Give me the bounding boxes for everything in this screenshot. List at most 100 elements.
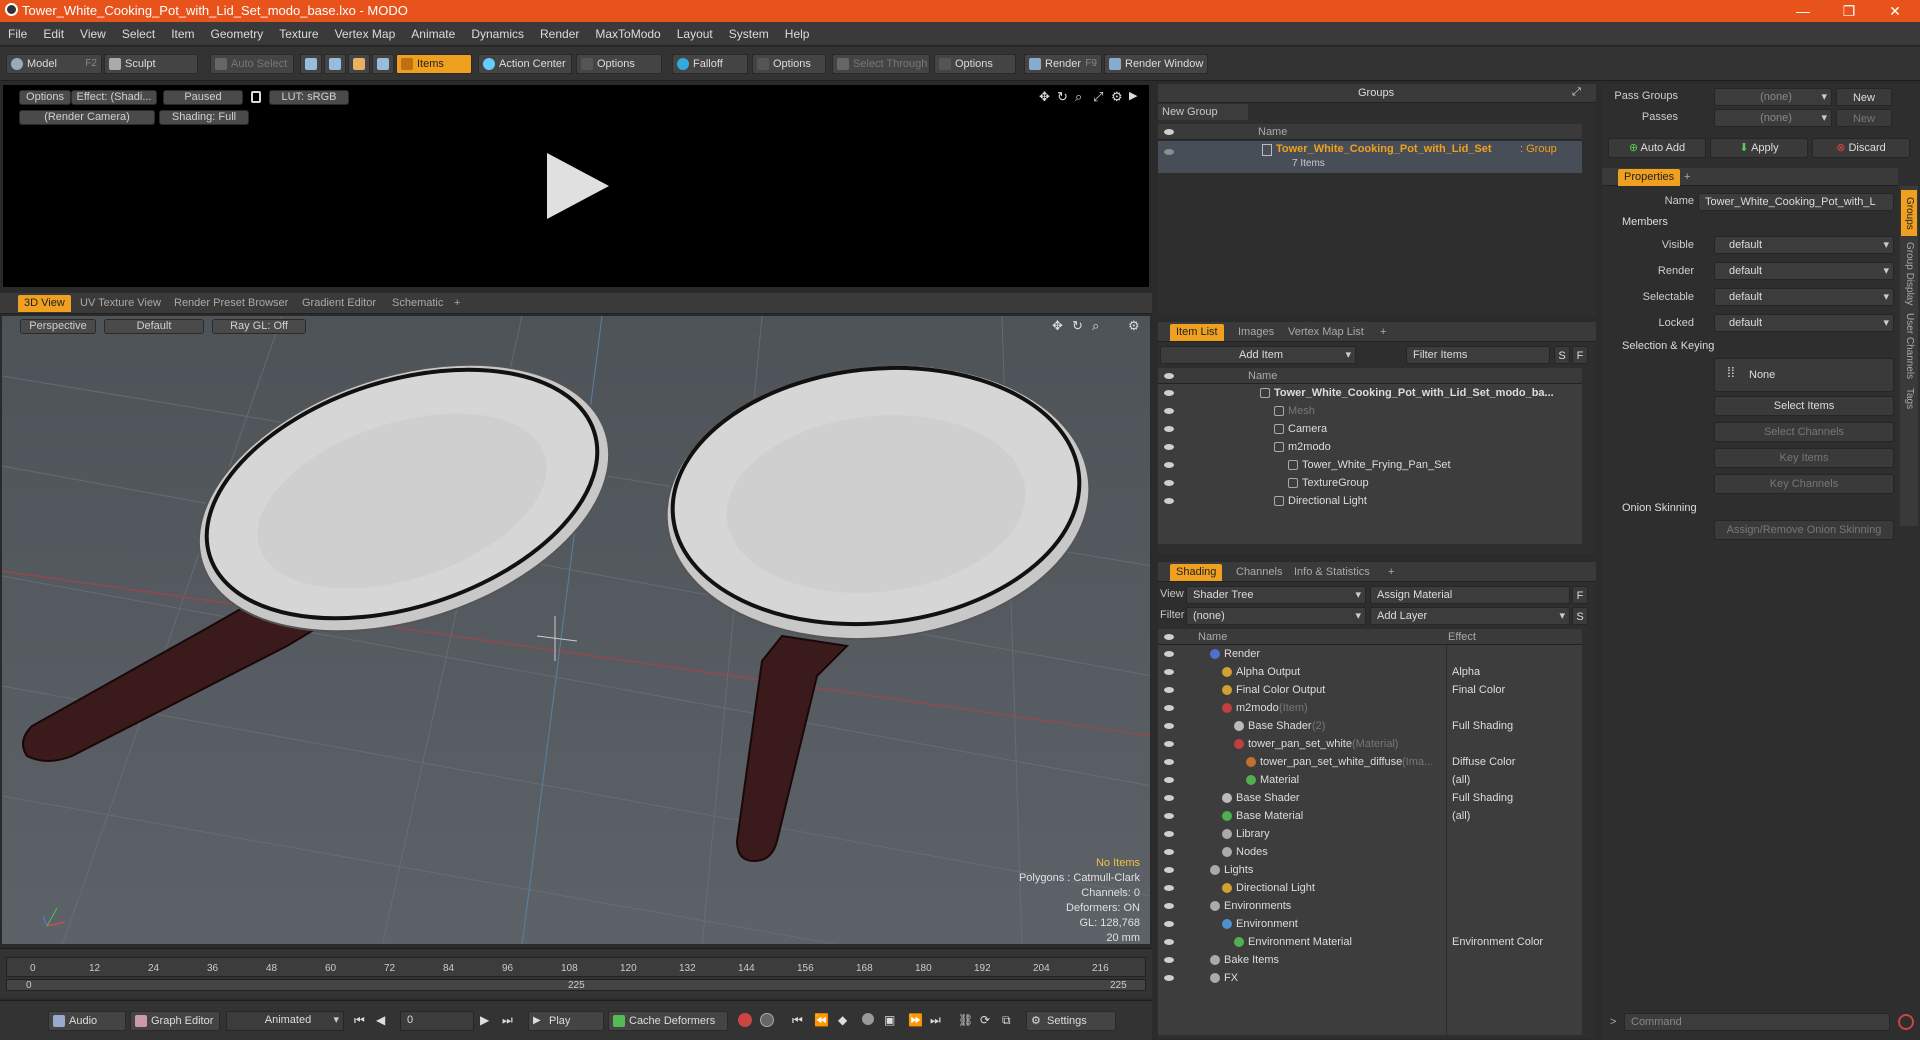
group-name-input[interactable]: Tower_White_Cooking_Pot_with_L	[1698, 193, 1894, 211]
eye-icon[interactable]	[1164, 813, 1174, 819]
shader-row[interactable]: Material (all)	[1158, 771, 1582, 789]
action-center-button[interactable]: Action Center	[478, 54, 572, 74]
select-through-button[interactable]: Select Through	[832, 54, 930, 74]
animated-dropdown[interactable]: Animated	[226, 1011, 344, 1031]
shading-f-button[interactable]: F	[1572, 586, 1588, 604]
shader-row[interactable]: Base Shader (2) Full Shading	[1158, 717, 1582, 735]
menu-geometry[interactable]: Geometry	[203, 22, 272, 46]
layers-icon[interactable]: ⧉	[1002, 1013, 1011, 1028]
next-key-icon-2[interactable]: ⏭	[930, 1013, 941, 1028]
sculpt-mode-button[interactable]: Sculpt	[104, 54, 198, 74]
preview-rotate-icon[interactable]: ↻	[1057, 89, 1068, 105]
play-button[interactable]: ▶ Play	[528, 1011, 604, 1031]
item-list-row[interactable]: m2modo	[1158, 438, 1582, 456]
tab-uv-texture-view[interactable]: UV Texture View	[74, 295, 167, 312]
shader-effect[interactable]: Alpha	[1452, 663, 1480, 681]
tab-shading[interactable]: Shading	[1170, 564, 1223, 581]
key-options-icon[interactable]: ▣	[884, 1013, 895, 1027]
tab-gradient-editor[interactable]: Gradient Editor	[296, 295, 382, 312]
eye-icon[interactable]	[1164, 390, 1174, 396]
key-icon[interactable]	[760, 1013, 774, 1027]
render-camera-dropdown[interactable]: (Render Camera)	[19, 110, 155, 125]
menu-texture[interactable]: Texture	[271, 22, 326, 46]
item-list-row[interactable]: Tower_White_Frying_Pan_Set	[1158, 456, 1582, 474]
shader-filter-dropdown[interactable]: (none)	[1186, 607, 1366, 625]
shader-row[interactable]: Environment Material Environment Color	[1158, 933, 1582, 951]
tab-vertex-map-list[interactable]: Vertex Map List	[1282, 324, 1370, 341]
prev-key-icon-2[interactable]: ⏪	[814, 1013, 829, 1027]
side-tab-group-display[interactable]: Group Display	[1901, 240, 1917, 308]
eye-icon[interactable]	[1164, 795, 1174, 801]
assign-material-button[interactable]: Assign Material	[1370, 586, 1570, 604]
record-icon[interactable]	[738, 1013, 752, 1027]
shader-row[interactable]: Alpha Output Alpha	[1158, 663, 1582, 681]
eye-icon[interactable]	[1164, 687, 1174, 693]
shader-row[interactable]: tower_pan_set_white_diffuse (Ima... Diffu…	[1158, 753, 1582, 771]
discard-button[interactable]: ⊗ Discard	[1812, 138, 1910, 158]
menu-file[interactable]: File	[0, 22, 35, 46]
menu-layout[interactable]: Layout	[669, 22, 721, 46]
viewport-move-icon[interactable]: ✥	[1052, 318, 1063, 334]
menu-help[interactable]: Help	[777, 22, 818, 46]
eye-icon[interactable]	[1164, 777, 1174, 783]
eye-icon[interactable]	[1164, 669, 1174, 675]
group-row[interactable]: Tower_White_Cooking_Pot_with_Lid_Set : G…	[1158, 141, 1582, 173]
eye-icon[interactable]	[1164, 444, 1174, 450]
eye-icon[interactable]	[1164, 741, 1174, 747]
new-pass-group-button[interactable]: New	[1836, 88, 1892, 106]
menu-view[interactable]: View	[72, 22, 114, 46]
menu-render[interactable]: Render	[532, 22, 587, 46]
eye-icon[interactable]	[1164, 759, 1174, 765]
shader-effect[interactable]: Diffuse Color	[1452, 753, 1515, 771]
3d-viewport[interactable]: Perspective Default Ray GL: Off ✥ ↻ ⌕ ⚙ …	[0, 314, 1152, 946]
visible-dropdown[interactable]: default	[1714, 236, 1894, 254]
locked-dropdown[interactable]: default	[1714, 314, 1894, 332]
tab-schematic[interactable]: Schematic	[386, 295, 449, 312]
graph-editor-button[interactable]: Graph Editor	[130, 1011, 220, 1031]
add-item-tab-button[interactable]: +	[1374, 324, 1392, 341]
viewport-zoom-icon[interactable]: ⌕	[1092, 318, 1099, 334]
prev-key-icon[interactable]: ⏮	[792, 1013, 803, 1028]
lock-icon[interactable]	[251, 91, 261, 103]
eye-icon[interactable]	[1164, 408, 1174, 414]
maximize-button[interactable]: ❐	[1826, 0, 1872, 22]
auto-add-button[interactable]: ⊕ Auto Add	[1608, 138, 1706, 158]
filter-s-button[interactable]: S	[1554, 346, 1570, 364]
auto-key-icon[interactable]	[862, 1013, 874, 1025]
eye-icon[interactable]	[1164, 903, 1174, 909]
falloff-options-button[interactable]: Options	[752, 54, 826, 74]
shader-row[interactable]: Nodes	[1158, 843, 1582, 861]
menu-edit[interactable]: Edit	[35, 22, 72, 46]
new-group-button[interactable]: New Group	[1158, 104, 1248, 120]
audio-button[interactable]: Audio	[48, 1011, 126, 1031]
menu-maxtomodo[interactable]: MaxToModo	[587, 22, 668, 46]
eye-icon[interactable]	[1164, 885, 1174, 891]
eye-icon[interactable]	[1164, 498, 1174, 504]
next-key-icon[interactable]: ⏩	[908, 1013, 923, 1027]
prev-frame-icon[interactable]: ◀	[376, 1013, 385, 1027]
item-list-row[interactable]: Mesh	[1158, 402, 1582, 420]
item-list-row[interactable]: Directional Light	[1158, 492, 1582, 510]
shader-row[interactable]: Base Shader Full Shading	[1158, 789, 1582, 807]
play-preview-icon[interactable]	[543, 151, 613, 221]
tab-properties[interactable]: Properties	[1618, 169, 1681, 186]
menu-item[interactable]: Item	[163, 22, 202, 46]
item-list-row[interactable]: Tower_White_Cooking_Pot_with_Lid_Set_mod…	[1158, 384, 1582, 402]
selectable-dropdown[interactable]: default	[1714, 288, 1894, 306]
eye-icon[interactable]	[1164, 831, 1174, 837]
eye-icon[interactable]	[1164, 480, 1174, 486]
preview-settings-icon[interactable]: ⚙	[1111, 89, 1123, 105]
tab-render-preset-browser[interactable]: Render Preset Browser	[168, 295, 294, 312]
shader-row[interactable]: FX	[1158, 969, 1582, 987]
close-button[interactable]: ✕	[1872, 0, 1918, 22]
minimize-button[interactable]: —	[1780, 0, 1826, 22]
default-style-dropdown[interactable]: Default	[104, 319, 204, 334]
preview-fullscreen-icon[interactable]: ⤢	[1093, 89, 1103, 105]
preview-zoom-icon[interactable]: ⌕	[1075, 89, 1082, 105]
shader-row[interactable]: Environment	[1158, 915, 1582, 933]
perspective-dropdown[interactable]: Perspective	[20, 319, 96, 334]
sync-icon[interactable]: ⟳	[980, 1013, 990, 1027]
eye-icon[interactable]	[1164, 867, 1174, 873]
edge-select-button[interactable]	[324, 54, 346, 74]
filter-f-button[interactable]: F	[1572, 346, 1588, 364]
